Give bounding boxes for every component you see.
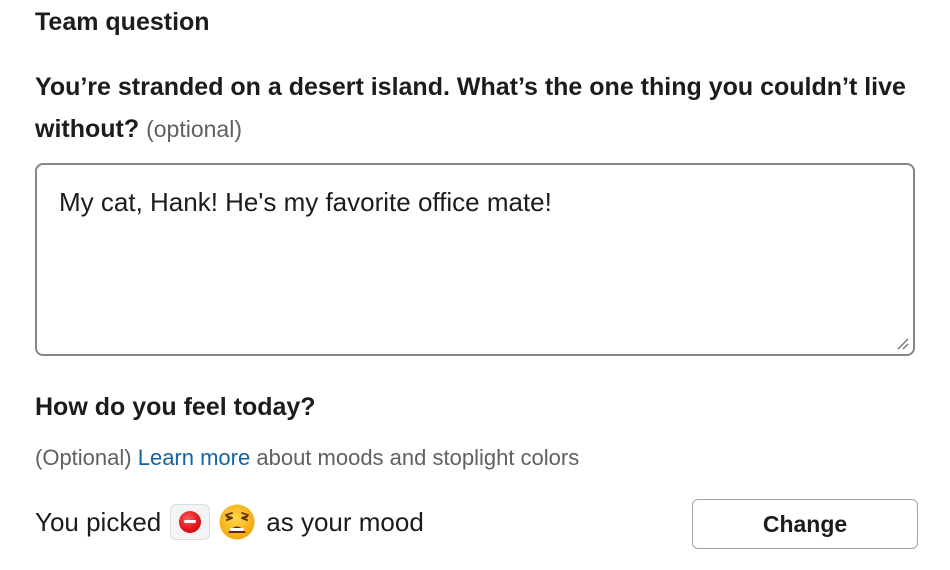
optional-label: (optional)	[146, 116, 242, 142]
answer-text: My cat, Hank! He's my favorite office ma…	[59, 187, 552, 217]
mood-title: How do you feel today?	[35, 393, 316, 421]
change-mood-button[interactable]: Change	[692, 499, 918, 549]
mood-help-prefix: (Optional)	[35, 445, 132, 470]
weary-face-emoji-icon	[219, 504, 255, 540]
question-label: You’re stranded on a desert island. What…	[35, 66, 925, 150]
answer-textarea[interactable]: My cat, Hank! He's my favorite office ma…	[35, 163, 915, 356]
learn-more-link[interactable]: Learn more	[138, 445, 251, 470]
mood-help-text: (Optional) Learn more about moods and st…	[35, 443, 579, 473]
red-stoplight-icon	[179, 511, 202, 533]
mood-help-suffix: about moods and stoplight colors	[256, 445, 580, 470]
mood-summary: You picked as your mood	[35, 500, 424, 544]
stoplight-chip	[170, 504, 211, 540]
section-title: Team question	[35, 8, 210, 36]
picked-suffix: as your mood	[266, 506, 424, 537]
resize-handle-icon[interactable]	[895, 336, 909, 350]
picked-prefix: You picked	[35, 506, 162, 537]
